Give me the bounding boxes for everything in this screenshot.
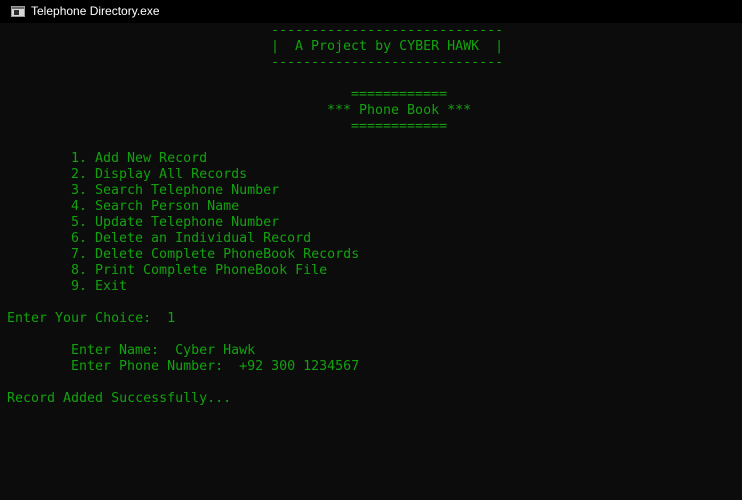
menu-item-update-number: 5. Update Telephone Number xyxy=(71,215,280,230)
window-title: Telephone Directory.exe xyxy=(31,4,160,18)
heading-bottom-rule: ============ xyxy=(351,119,448,134)
banner-bottom-border: ----------------------------- xyxy=(271,55,504,70)
menu-item-search-name: 4. Search Person Name xyxy=(71,199,240,214)
menu-item-search-number: 3. Search Telephone Number xyxy=(71,183,280,198)
phone-prompt: Enter Phone Number: +92 300 1234567 xyxy=(71,359,360,374)
heading-title: *** Phone Book *** xyxy=(327,103,472,118)
menu-item-delete-all: 7. Delete Complete PhoneBook Records xyxy=(71,247,360,262)
menu-item-add-record: 1. Add New Record xyxy=(71,151,208,166)
console-app-icon[interactable] xyxy=(11,6,25,17)
name-prompt: Enter Name: Cyber Hawk xyxy=(71,343,256,358)
console-window: Telephone Directory.exe ----------------… xyxy=(0,0,742,500)
menu-item-print-file: 8. Print Complete PhoneBook File xyxy=(71,263,328,278)
banner-text: | A Project by CYBER HAWK | xyxy=(271,39,504,54)
choice-prompt: Enter Your Choice: 1 xyxy=(7,311,176,326)
title-bar[interactable]: Telephone Directory.exe xyxy=(0,0,742,23)
menu-item-exit: 9. Exit xyxy=(71,279,128,294)
result-message: Record Added Successfully... xyxy=(7,391,232,406)
heading-top-rule: ============ xyxy=(351,87,448,102)
menu-item-display-records: 2. Display All Records xyxy=(71,167,248,182)
banner-top-border: ----------------------------- xyxy=(271,23,504,38)
menu-item-delete-record: 6. Delete an Individual Record xyxy=(71,231,312,246)
